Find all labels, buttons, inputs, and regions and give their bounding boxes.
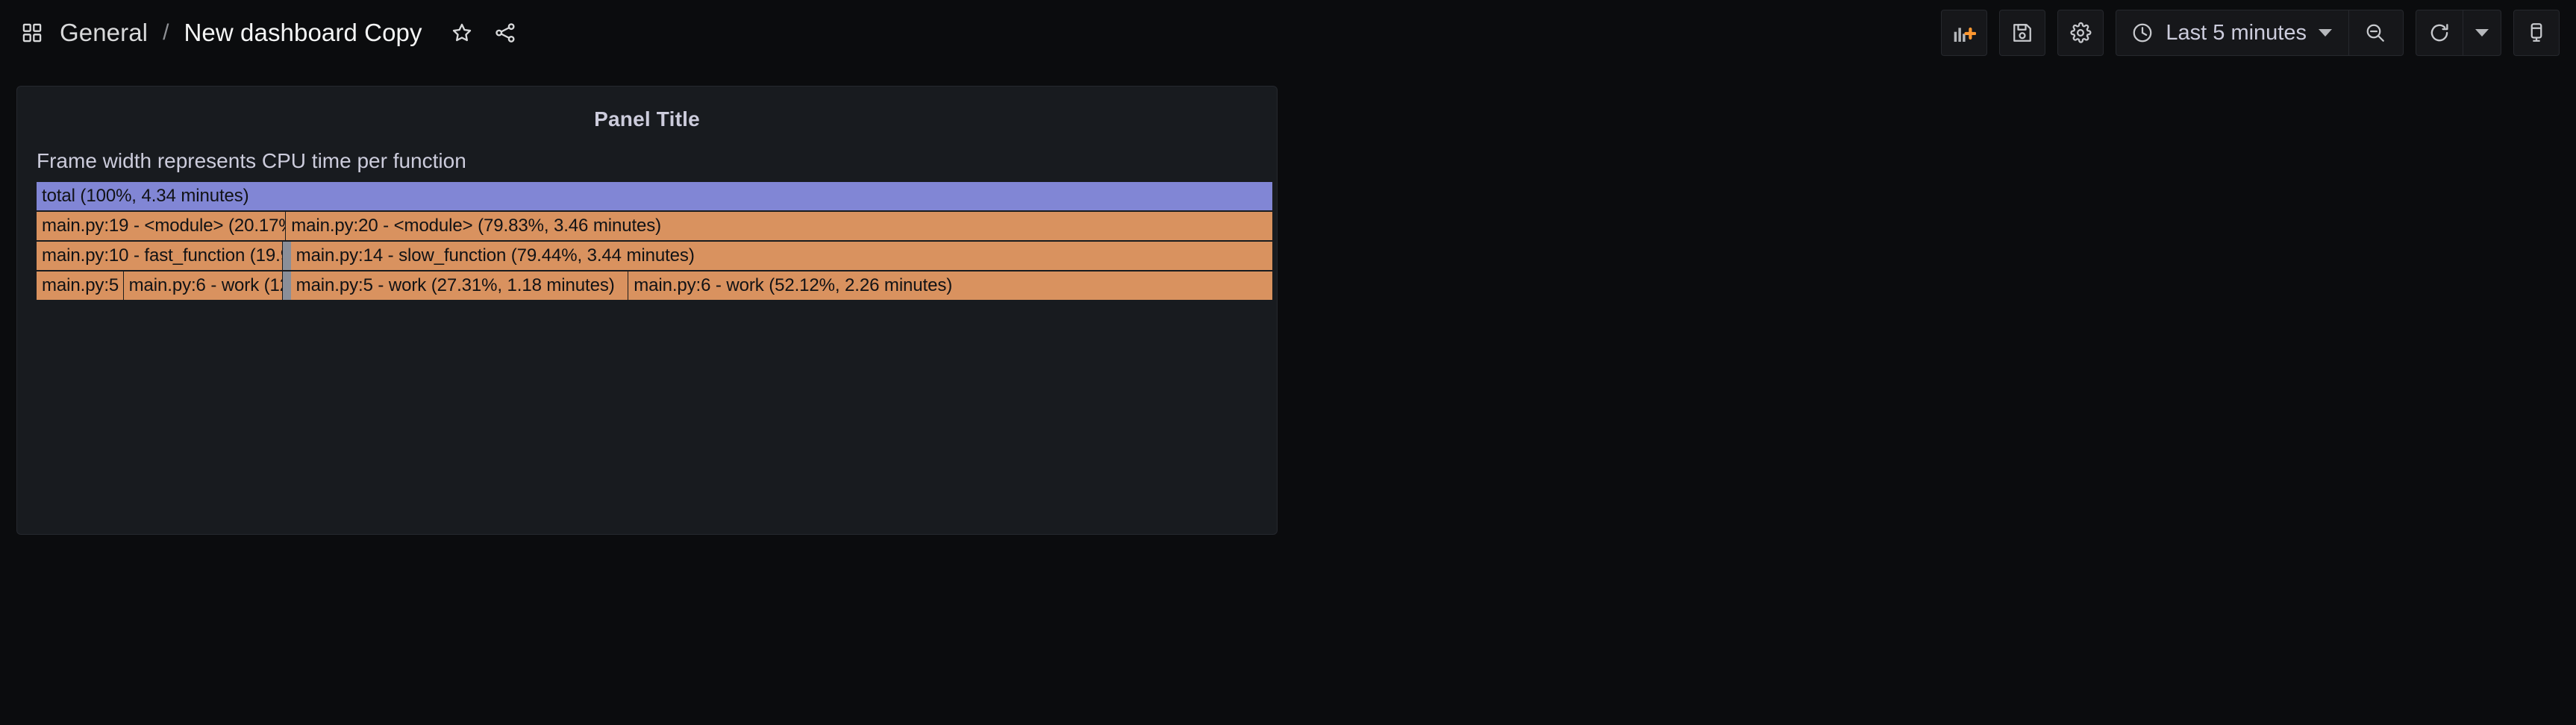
add-panel-button[interactable] xyxy=(1941,10,1988,56)
apps-grid-icon[interactable] xyxy=(15,16,49,50)
flamegraph-frame-label: main.py:14 - slow_function (79.44%, 3.44… xyxy=(296,245,695,266)
flamegraph-frame-label: main.py:19 - <module> (20.17%, 0.88 minu… xyxy=(42,216,285,236)
flamegraph-frame-label: main.py:10 - fast_function (19.91%, 0.86… xyxy=(42,245,282,266)
flamegraph-container: Frame width represents CPU time per func… xyxy=(37,149,1273,530)
zoom-out-time-range-button[interactable] xyxy=(2348,10,2403,55)
top-navigation-bar: General / New dashboard Copy Last 5 minu… xyxy=(0,0,2576,66)
chevron-down-icon xyxy=(2475,29,2489,37)
flamegraph-frame[interactable]: main.py:19 - <module> (20.17%, 0.88 minu… xyxy=(37,212,287,240)
flamegraph-frame-label: total (100%, 4.34 minutes) xyxy=(42,186,249,206)
flamegraph-level: main.py:19 - <module> (20.17%, 0.88 minu… xyxy=(37,212,1273,242)
chevron-down-icon xyxy=(2319,29,2332,37)
flamegraph-frame-label: main.py:6 - work (52.12%, 2.26 minutes) xyxy=(634,275,953,295)
flamegraph-frame-label: main.py:5 - work (27.31%, 1.18 minutes) xyxy=(296,275,615,295)
flamegraph-frame[interactable]: main.py:10 - fast_function (19.91%, 0.86… xyxy=(37,242,283,270)
breadcrumb-folder-link[interactable]: General xyxy=(60,19,148,47)
refresh-control-group[interactable] xyxy=(2416,10,2501,56)
flamegraph-level: total (100%, 4.34 minutes) xyxy=(37,182,1273,212)
flamegraph[interactable]: total (100%, 4.34 minutes) main.py:19 - <… xyxy=(37,182,1273,301)
flamegraph-subtitle: Frame width represents CPU time per func… xyxy=(37,149,466,172)
flamegraph-frame[interactable]: main.py:5 - work (7.04%, 0.31 minutes) xyxy=(37,272,124,300)
flamegraph-level: main.py:10 - fast_function (19.91%, 0.86… xyxy=(37,242,1273,272)
flamegraph-frame[interactable]: main.py:5 - work (27.31%, 1.18 minutes) xyxy=(290,272,629,300)
dashboard-canvas: Panel Title Frame width represents CPU t… xyxy=(0,66,2576,725)
flamegraph-collapsed-frame[interactable] xyxy=(282,242,291,270)
breadcrumb-separator: / xyxy=(163,20,169,45)
kiosk-mode-button[interactable] xyxy=(2513,10,2560,56)
refresh-interval-dropdown[interactable] xyxy=(2463,10,2501,55)
time-range-picker[interactable]: Last 5 minutes xyxy=(2116,10,2404,56)
flamegraph-frame-label: main.py:6 - work (12.87%, 0.56 minutes) xyxy=(128,275,282,295)
refresh-dashboard-button[interactable] xyxy=(2416,10,2463,55)
share-nodes-icon[interactable] xyxy=(488,16,522,50)
star-outline-icon[interactable] xyxy=(445,16,479,50)
panel-title[interactable]: Panel Title xyxy=(17,107,1277,131)
breadcrumb-dashboard-title[interactable]: New dashboard Copy xyxy=(184,19,422,47)
dashboard-title-actions xyxy=(445,16,531,50)
clock-icon xyxy=(2131,22,2154,44)
flamegraph-collapsed-frame[interactable] xyxy=(282,272,291,300)
flamegraph-frame[interactable]: main.py:14 - slow_function (79.44%, 3.44… xyxy=(290,242,1273,270)
flamegraph-frame-label: main.py:5 - work (7.04%, 0.31 minutes) xyxy=(42,275,123,295)
flamegraph-level: main.py:5 - work (7.04%, 0.31 minutes)ma… xyxy=(37,272,1273,301)
dashboard-toolbar: Last 5 minutes xyxy=(1941,0,2560,66)
dashboard-panel[interactable]: Panel Title Frame width represents CPU t… xyxy=(16,86,1278,535)
flamegraph-frame[interactable]: main.py:20 - <module> (79.83%, 3.46 minu… xyxy=(286,212,1273,240)
flamegraph-frame[interactable]: total (100%, 4.34 minutes) xyxy=(37,182,1273,210)
time-range-label: Last 5 minutes xyxy=(2166,20,2307,45)
flamegraph-frame-label: main.py:20 - <module> (79.83%, 3.46 minu… xyxy=(291,216,662,236)
flamegraph-frame[interactable]: main.py:6 - work (52.12%, 2.26 minutes) xyxy=(628,272,1273,300)
breadcrumb: General / New dashboard Copy xyxy=(15,0,531,66)
save-dashboard-button[interactable] xyxy=(1999,10,2046,56)
dashboard-settings-gear-icon[interactable] xyxy=(2057,10,2104,56)
flamegraph-frame[interactable]: main.py:6 - work (12.87%, 0.56 minutes) xyxy=(123,272,283,300)
time-range-display[interactable]: Last 5 minutes xyxy=(2116,10,2348,55)
